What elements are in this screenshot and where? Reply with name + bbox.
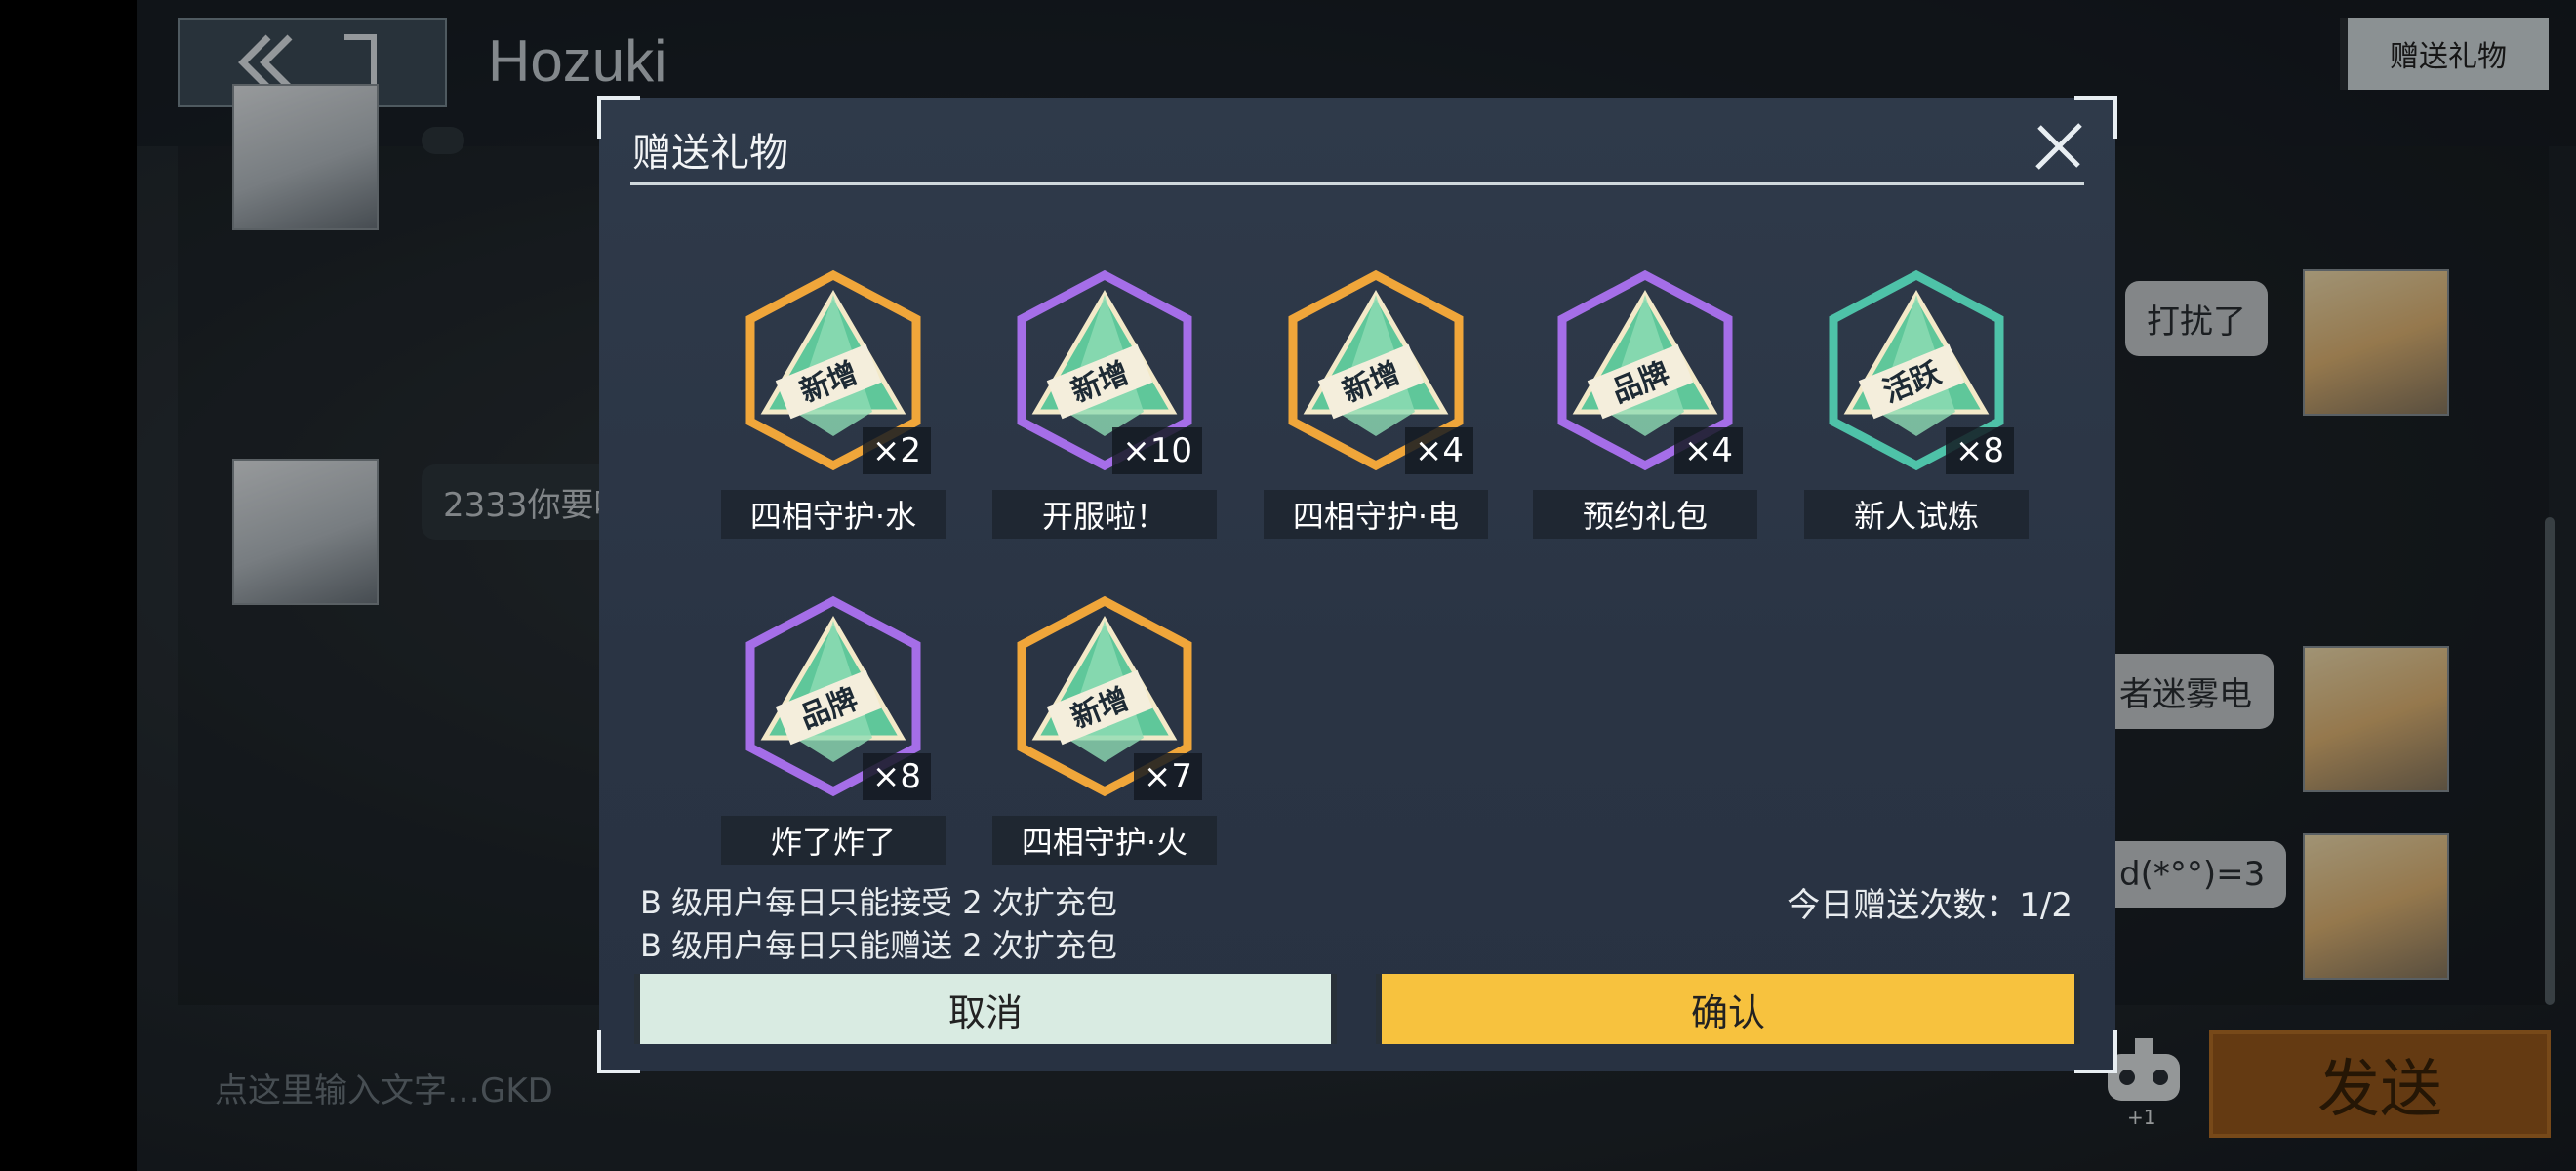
- title-divider: [630, 182, 2084, 185]
- item-count-badge: ×4: [1673, 427, 1743, 474]
- cancel-button[interactable]: 取消: [634, 974, 1337, 1044]
- gift-item[interactable]: 新增 ×10 开服啦！: [992, 265, 1217, 548]
- confirm-button[interactable]: 确认: [1376, 974, 2080, 1044]
- gift-item[interactable]: 新增 ×4 四相守护·电: [1264, 265, 1488, 548]
- gift-item[interactable]: 品牌 ×8 炸了炸了: [721, 591, 946, 874]
- item-name: 四相守护·电: [1264, 490, 1488, 539]
- close-icon[interactable]: [2030, 117, 2088, 176]
- daily-send-count: 今日赠送次数：1/2: [1787, 886, 2073, 925]
- item-name: 四相守护·火: [992, 816, 1217, 865]
- dialog-title: 赠送礼物: [632, 131, 788, 176]
- receive-limit-note: B 级用户每日只能接受 2 次扩充包: [640, 884, 1117, 921]
- item-count-badge: ×7: [1133, 753, 1202, 800]
- gift-dialog: 赠送礼物 新增 ×2 四相守护·水 新增 ×10 开服啦！ 新增 ×4 四相守护·电 品牌 ×4 预约…: [597, 96, 2117, 1073]
- item-name: 开服啦！: [992, 490, 1217, 539]
- item-count-badge: ×2: [862, 427, 931, 474]
- gift-item[interactable]: 新增 ×7 四相守护·火: [992, 591, 1217, 874]
- item-name: 预约礼包: [1533, 490, 1757, 539]
- gift-item[interactable]: 品牌 ×4 预约礼包: [1533, 265, 1757, 548]
- item-count-badge: ×4: [1404, 427, 1473, 474]
- item-count-badge: ×8: [862, 753, 931, 800]
- item-name: 四相守护·水: [721, 490, 946, 539]
- frame-corner: [2074, 1030, 2117, 1073]
- send-limit-note: B 级用户每日只能赠送 2 次扩充包: [640, 927, 1117, 964]
- gift-item[interactable]: 新增 ×2 四相守护·水: [721, 265, 946, 548]
- item-name: 炸了炸了: [721, 816, 946, 865]
- item-name: 新人试炼: [1804, 490, 2029, 539]
- gift-item[interactable]: 活跃 ×8 新人试炼: [1804, 265, 2029, 548]
- item-count-badge: ×10: [1112, 427, 1202, 474]
- item-count-badge: ×8: [1945, 427, 2014, 474]
